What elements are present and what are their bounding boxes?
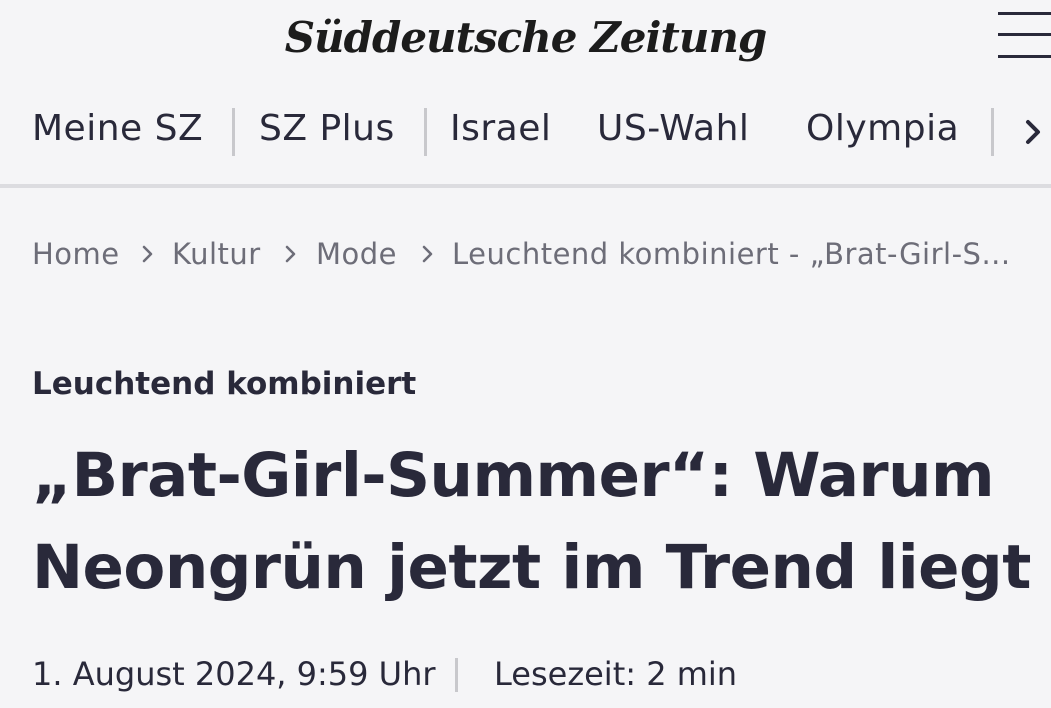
breadcrumb-item-home[interactable]: Home [32,232,120,276]
breadcrumb: Home Kultur Mode Leuchtend kombiniert - … [0,232,1051,276]
nav-divider [232,108,235,156]
nav-item-sz-plus[interactable]: SZ Plus [259,100,395,158]
site-header: Süddeutsche Zeitung [0,0,1051,90]
chevron-right-icon [138,240,158,268]
article-date: 1. August 2024, 9:59 Uhr [32,655,436,693]
breadcrumb-item-mode[interactable]: Mode [316,232,397,276]
reading-time: Lesezeit: 2 min [494,655,738,693]
nav-item-israel[interactable]: Israel [450,100,551,158]
article-headline: „Brat-Girl-Summer“: Warum Neongrün jetzt… [32,440,1031,603]
nav-divider [424,108,427,156]
chevron-right-icon [281,240,301,268]
meta-divider [455,658,458,692]
chevron-right-icon[interactable] [1014,110,1051,154]
nav-bottom-rule [0,184,1051,188]
section-nav: Meine SZ SZ Plus Israel US-Wahl Olympia [0,100,1051,158]
site-logo[interactable]: Süddeutsche Zeitung [0,10,1051,66]
nav-item-meine-sz[interactable]: Meine SZ [32,100,203,158]
nav-divider [991,108,994,156]
breadcrumb-item-kultur[interactable]: Kultur [172,232,261,276]
chevron-right-icon [418,240,438,268]
nav-item-us-wahl[interactable]: US-Wahl [597,100,749,158]
article-kicker: Leuchtend kombiniert [32,366,417,402]
hamburger-menu-icon[interactable] [998,12,1051,60]
nav-item-olympia[interactable]: Olympia [806,100,959,158]
breadcrumb-item-current[interactable]: Leuchtend kombiniert - „Brat-Girl-S... [452,232,1011,276]
